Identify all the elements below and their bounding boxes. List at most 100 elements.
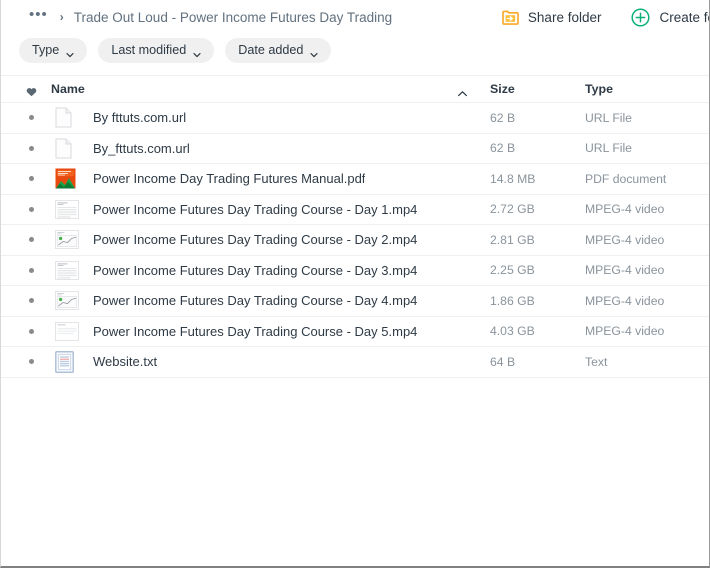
file-size: 2.72 GB — [490, 202, 535, 217]
file-size-cell: 62 B — [490, 139, 585, 157]
filter-chip-type-label: Type — [32, 43, 60, 57]
file-thumbnail — [51, 321, 93, 341]
favorite-toggle[interactable] — [11, 206, 51, 212]
favorite-toggle[interactable] — [11, 328, 51, 334]
name-column-label: Name — [51, 82, 85, 96]
heart-icon — [26, 84, 37, 97]
type-column-header[interactable]: Type — [585, 80, 709, 98]
file-type: Text — [585, 354, 608, 369]
favorite-toggle[interactable] — [11, 237, 51, 243]
file-table-header: Name Size Type — [1, 75, 709, 103]
video-thumbnail-chart-icon — [55, 291, 79, 311]
table-row[interactable]: Website.txt 64 B Text — [1, 347, 709, 378]
file-thumbnail — [51, 350, 93, 373]
chevron-down-icon — [66, 46, 74, 58]
favorite-toggle[interactable] — [11, 267, 51, 273]
file-name-cell: By fttuts.com.url — [51, 107, 490, 128]
table-row[interactable]: Power Income Futures Day Trading Course … — [1, 225, 709, 256]
file-name: By fttuts.com.url — [93, 110, 187, 126]
share-folder-icon — [502, 10, 519, 25]
table-row[interactable]: Power Income Futures Day Trading Course … — [1, 286, 709, 317]
file-type: URL File — [585, 110, 632, 125]
create-folder-label: Create fo — [659, 9, 710, 25]
file-type-cell: URL File — [585, 109, 709, 127]
file-name: Power Income Futures Day Trading Course … — [93, 323, 418, 339]
breadcrumb-current-folder[interactable]: Trade Out Loud - Power Income Futures Da… — [74, 10, 392, 25]
file-size-cell: 62 B — [490, 109, 585, 127]
filter-chip-last-modified[interactable]: Last modified — [98, 37, 215, 63]
file-name: Website.txt — [93, 354, 158, 370]
bullet-icon — [28, 298, 34, 304]
breadcrumb-separator-icon: › — [59, 10, 64, 24]
blank-page-icon — [55, 138, 72, 159]
filter-chip-date-added[interactable]: Date added — [225, 37, 332, 63]
table-row[interactable]: Power Income Day Trading Futures Manual.… — [1, 164, 709, 195]
file-type-cell: Text — [585, 353, 709, 371]
file-type-cell: MPEG-4 video — [585, 231, 709, 249]
file-thumbnail — [51, 199, 93, 219]
file-size: 14.8 MB — [490, 171, 536, 186]
favorite-column-header — [11, 84, 51, 97]
favorite-toggle[interactable] — [11, 115, 51, 121]
filter-chip-date-added-label: Date added — [238, 43, 304, 57]
breadcrumb-overflow-button[interactable]: ••• — [29, 7, 48, 27]
chevron-down-icon — [310, 46, 318, 58]
file-thumbnail — [51, 260, 93, 280]
chevron-up-icon — [457, 85, 468, 97]
plus-circle-icon — [631, 7, 651, 27]
create-folder-button[interactable]: Create fo — [631, 7, 710, 27]
video-thumbnail-text-icon — [55, 199, 79, 219]
video-thumbnail-text-icon — [55, 260, 79, 280]
filter-chip-last-modified-label: Last modified — [111, 43, 187, 57]
size-column-header[interactable]: Size — [490, 80, 585, 98]
video-thumbnail-chart-icon — [55, 230, 79, 250]
file-size-cell: 2.25 GB — [490, 261, 585, 279]
file-type-cell: PDF document — [585, 170, 709, 188]
favorite-toggle[interactable] — [11, 359, 51, 365]
file-size: 64 B — [490, 354, 516, 369]
chevron-down-icon — [193, 46, 201, 58]
filter-chip-type[interactable]: Type — [19, 37, 88, 63]
favorite-toggle[interactable] — [11, 176, 51, 182]
file-browser-window: ••• › Trade Out Loud - Power Income Futu… — [0, 0, 710, 568]
file-type-cell: MPEG-4 video — [585, 322, 709, 340]
text-document-icon — [55, 350, 74, 373]
type-column-label: Type — [585, 82, 613, 96]
table-row[interactable]: By_fttuts.com.url 62 B URL File — [1, 134, 709, 164]
file-type-cell: MPEG-4 video — [585, 261, 709, 279]
video-thumbnail-text-icon — [55, 321, 79, 341]
file-name-cell: Power Income Futures Day Trading Course … — [51, 260, 490, 280]
file-size: 62 B — [490, 141, 516, 156]
file-thumbnail — [51, 230, 93, 250]
file-name: Power Income Day Trading Futures Manual.… — [93, 171, 366, 187]
bullet-icon — [28, 206, 34, 212]
file-type: MPEG-4 video — [585, 263, 665, 278]
favorite-toggle[interactable] — [11, 145, 51, 151]
table-row[interactable]: Power Income Futures Day Trading Course … — [1, 317, 709, 347]
file-name-cell: Power Income Futures Day Trading Course … — [51, 291, 490, 311]
table-row[interactable]: Power Income Futures Day Trading Course … — [1, 256, 709, 286]
table-row[interactable]: By fttuts.com.url 62 B URL File — [1, 103, 709, 134]
bullet-icon — [28, 176, 34, 182]
file-size: 1.86 GB — [490, 293, 535, 308]
file-type: MPEG-4 video — [585, 202, 665, 217]
file-size-cell: 64 B — [490, 353, 585, 371]
file-type-cell: MPEG-4 video — [585, 200, 709, 218]
bullet-icon — [28, 115, 34, 121]
file-table: Name Size Type By fttuts.com.url 62 B UR… — [1, 75, 709, 378]
file-size-cell: 14.8 MB — [490, 170, 585, 188]
file-type: URL File — [585, 141, 632, 156]
file-size: 4.03 GB — [490, 324, 535, 339]
file-type: PDF document — [585, 171, 667, 186]
table-row[interactable]: Power Income Futures Day Trading Course … — [1, 195, 709, 225]
name-column-header[interactable]: Name — [51, 82, 490, 97]
bullet-icon — [28, 359, 34, 365]
bullet-icon — [28, 328, 34, 334]
file-thumbnail — [51, 138, 93, 159]
blank-page-icon — [55, 107, 72, 128]
file-thumbnail — [51, 107, 93, 128]
bullet-icon — [28, 267, 34, 273]
favorite-toggle[interactable] — [11, 298, 51, 304]
share-folder-button[interactable]: Share folder — [502, 10, 601, 25]
file-size-cell: 2.72 GB — [490, 200, 585, 218]
